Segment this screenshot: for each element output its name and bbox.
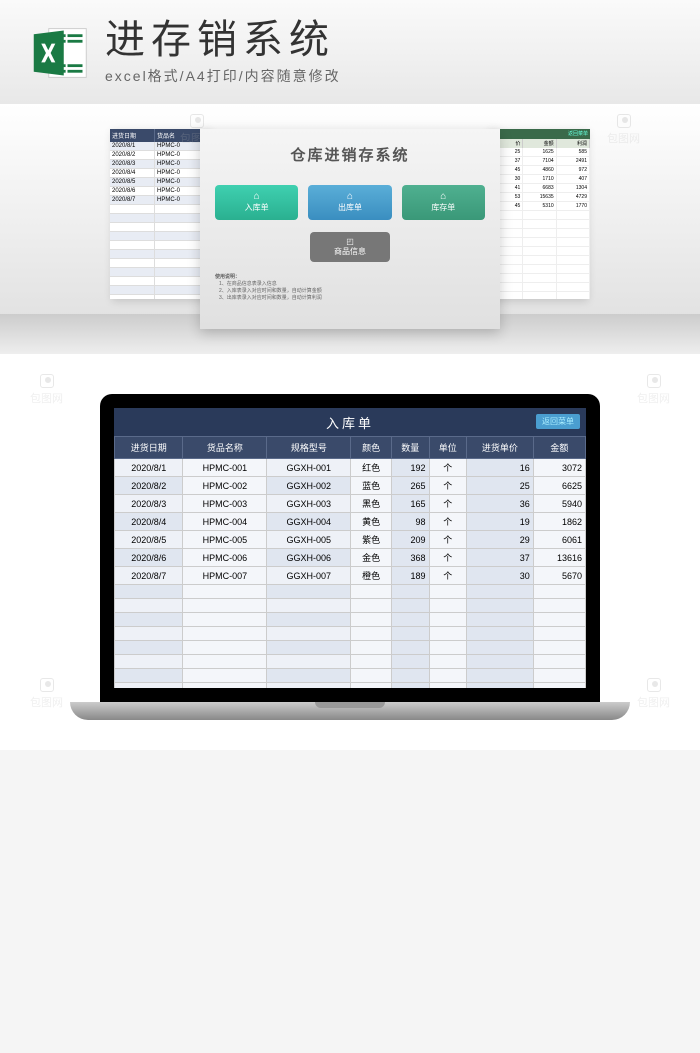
table-row[interactable] <box>115 627 586 641</box>
inbound-table: 进货日期货品名称规格型号颜色数量单位进货单价金额 2020/8/1HPMC-00… <box>114 436 586 688</box>
col-header: 颜色 <box>351 437 392 459</box>
table-row[interactable]: 2020/8/1HPMC-001GGXH-001红色192个163072 <box>115 459 586 477</box>
menu-title: 仓库进销存系统 <box>215 144 485 165</box>
button-label: 库存单 <box>431 202 455 213</box>
table-row[interactable]: 2020/8/6HPMC-006GGXH-006金色368个3713616 <box>115 549 586 567</box>
table-row: 2020/8/4HPMC-0 <box>110 169 210 178</box>
back-to-menu-button[interactable]: 返回菜单 <box>536 414 580 429</box>
house-down-icon: ⌂ <box>347 192 353 202</box>
table-row[interactable] <box>115 655 586 669</box>
watermark: 包图网 <box>637 374 670 406</box>
col-header: 金额 <box>533 437 585 459</box>
col-header: 规格型号 <box>267 437 351 459</box>
table-row[interactable]: 2020/8/5HPMC-005GGXH-005紫色209个296061 <box>115 531 586 549</box>
table-row: 2020/8/5HPMC-0 <box>110 178 210 187</box>
watermark: 包图网 <box>30 374 63 406</box>
laptop-section: 包图网 包图网 包图网 包图网 包图网 入库单 返回菜单 进货日期货品名称规格型… <box>0 354 700 750</box>
table-row: 2020/8/1HPMC-0 <box>110 142 210 151</box>
col-header: 单位 <box>429 437 466 459</box>
col-header: 进货单价 <box>466 437 533 459</box>
table-row: 3771042491 <box>490 157 590 166</box>
page-title: 进存销系统 <box>105 20 341 60</box>
table-row: 53156354729 <box>490 193 590 202</box>
table-row: 2020/8/6HPMC-0 <box>110 187 210 196</box>
menu-panel: 仓库进销存系统 ⌂ 入库单 ⌂ 出库单 ⌂ 库存单 ◰ 商品信息 <box>200 129 500 329</box>
table-row[interactable] <box>115 641 586 655</box>
back-link[interactable]: 返回菜单 <box>568 130 588 137</box>
button-label: 商品信息 <box>334 246 366 257</box>
bag-icon: ◰ <box>346 237 354 246</box>
table-row[interactable]: 2020/8/2HPMC-002GGXH-002蓝色265个256625 <box>115 477 586 495</box>
excel-icon <box>30 23 90 83</box>
table-row: 2020/8/3HPMC-0 <box>110 160 210 169</box>
col-header: 进货日期 <box>115 437 183 459</box>
inbound-button[interactable]: ⌂ 入库单 <box>215 185 298 220</box>
laptop-mockup: 入库单 返回菜单 进货日期货品名称规格型号颜色数量单位进货单价金额 2020/8… <box>100 394 600 720</box>
watermark: 包图网 <box>637 678 670 710</box>
page-header: 进存销系统 excel格式/A4打印/内容随意修改 <box>0 0 700 104</box>
button-label: 入库单 <box>245 202 269 213</box>
table-row: 2020/8/7HPMC-0 <box>110 196 210 205</box>
table-row[interactable] <box>115 599 586 613</box>
spreadsheet-view: 入库单 返回菜单 进货日期货品名称规格型号颜色数量单位进货单价金额 2020/8… <box>114 408 586 688</box>
stock-button[interactable]: ⌂ 库存单 <box>402 185 485 220</box>
table-row: 2020/8/2HPMC-0 <box>110 151 210 160</box>
usage-notes: 使用说明： 1、在商品信息表录入信息 2、入库表录入对应时间和数量，自动计算金额… <box>215 274 485 302</box>
preview-sheet-left: 进货日期 货品名 2020/8/1HPMC-02020/8/2HPMC-0202… <box>110 129 210 299</box>
house-up-icon: ⌂ <box>254 192 260 202</box>
preview-sheet-right: 返回菜单 价 金额 利润 251625585377104249145486097… <box>490 129 590 299</box>
house-icon: ⌂ <box>440 192 446 202</box>
table-row: 251625585 <box>490 148 590 157</box>
table-row[interactable]: 2020/8/4HPMC-004GGXH-004黄色98个191862 <box>115 513 586 531</box>
table-row: 4166831304 <box>490 184 590 193</box>
preview-stage: 进货日期 货品名 2020/8/1HPMC-02020/8/2HPMC-0202… <box>0 104 700 354</box>
table-row[interactable] <box>115 585 586 599</box>
table-row: 301710407 <box>490 175 590 184</box>
col-header: 货品名称 <box>183 437 267 459</box>
table-row[interactable] <box>115 613 586 627</box>
table-row: 4553101770 <box>490 202 590 211</box>
table-row[interactable] <box>115 669 586 683</box>
col-header: 数量 <box>392 437 429 459</box>
product-info-button[interactable]: ◰ 商品信息 <box>310 232 390 262</box>
sheet-title: 入库单 <box>326 413 374 432</box>
page-subtitle: excel格式/A4打印/内容随意修改 <box>105 66 341 86</box>
table-row[interactable] <box>115 683 586 689</box>
button-label: 出库单 <box>338 202 362 213</box>
outbound-button[interactable]: ⌂ 出库单 <box>308 185 391 220</box>
col-header: 金额 <box>523 139 556 148</box>
col-header: 进货日期 <box>110 129 155 142</box>
table-row: 454860972 <box>490 166 590 175</box>
table-row[interactable]: 2020/8/3HPMC-003GGXH-003黑色165个365940 <box>115 495 586 513</box>
col-header: 利润 <box>557 139 590 148</box>
table-row[interactable]: 2020/8/7HPMC-007GGXH-007橙色189个305670 <box>115 567 586 585</box>
watermark: 包图网 <box>30 678 63 710</box>
